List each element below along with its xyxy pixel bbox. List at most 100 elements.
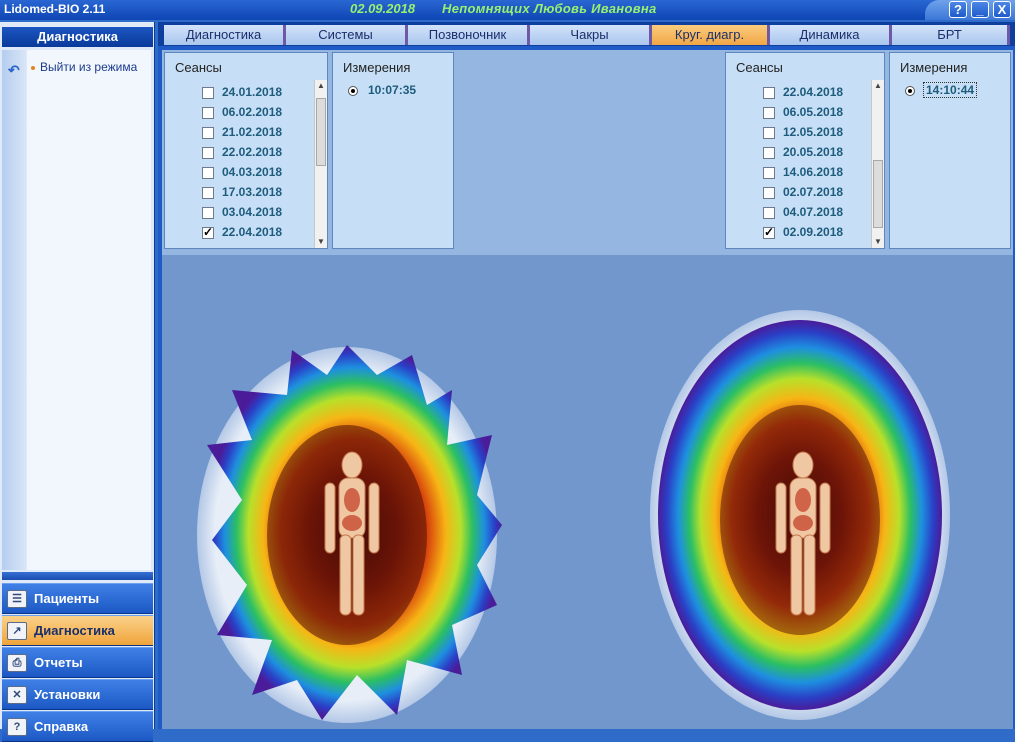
tab-chakras[interactable]: Чакры (530, 25, 652, 45)
chart-icon: ↗ (7, 622, 27, 640)
session-checkbox[interactable] (763, 167, 775, 179)
session-checkbox[interactable] (202, 127, 214, 139)
tab-diagnostics[interactable]: Диагностика (164, 25, 286, 45)
minimize-button[interactable]: _ (971, 1, 989, 18)
nav-help-button[interactable]: ? Справка (2, 711, 153, 742)
session-row[interactable]: 12.05.2018 (726, 123, 876, 143)
session-row[interactable]: 06.05.2018 (726, 103, 876, 123)
scrollbar[interactable]: ▲ ▼ (871, 80, 884, 248)
session-checkbox[interactable] (202, 107, 214, 119)
measurements-title: Измерения (900, 60, 968, 75)
measurement-radio[interactable] (348, 86, 358, 96)
session-date: 06.02.2018 (222, 105, 283, 119)
session-row[interactable]: 24.01.2018 (165, 83, 315, 103)
main-area: Диагностика Системы Позвоночник Чакры Кр… (158, 22, 1015, 729)
nav-label: Отчеты (34, 655, 83, 670)
right-sessions-panel: Сеансы 22.04.2018 06.05.2018 12.05.2018 20.… (725, 52, 885, 249)
session-row[interactable]: 04.07.2018 (726, 203, 876, 223)
measurements-title: Измерения (343, 60, 411, 75)
tab-systems[interactable]: Системы (286, 25, 408, 45)
session-date: 21.02.2018 (222, 125, 283, 139)
left-panel: Диагностика ↶ Выйти из режима ☰ Пациенты… (0, 22, 155, 742)
session-checkbox[interactable] (202, 87, 214, 99)
tab-spine[interactable]: Позвоночник (408, 25, 530, 45)
nav-label: Пациенты (34, 591, 100, 606)
measurement-time[interactable]: 10:07:35 (368, 83, 416, 97)
sessions-title: Сеансы (736, 60, 783, 75)
session-checkbox[interactable] (763, 147, 775, 159)
tab-bar: Диагностика Системы Позвоночник Чакры Кр… (158, 22, 1015, 46)
tab-circle-diagram[interactable]: Круг. диагр. (652, 25, 770, 45)
help-button[interactable]: ? (949, 1, 967, 18)
session-row[interactable]: 02.09.2018 (726, 223, 876, 243)
sessions-title: Сеансы (175, 60, 222, 75)
session-row[interactable]: 06.02.2018 (165, 103, 315, 123)
session-checkbox[interactable] (202, 167, 214, 179)
close-button[interactable]: X (993, 1, 1011, 18)
session-date: 22.04.2018 (783, 85, 844, 99)
session-row[interactable]: 02.07.2018 (726, 183, 876, 203)
bullet-icon (31, 66, 35, 70)
measurement-radio[interactable] (905, 86, 915, 96)
session-date: 04.07.2018 (783, 205, 844, 219)
right-measurements-panel: Измерения 14:10:44 (889, 52, 1011, 249)
nav-settings-button[interactable]: ✕ Установки (2, 679, 153, 710)
session-date: 12.05.2018 (783, 125, 844, 139)
session-date: 22.02.2018 (222, 145, 283, 159)
session-row[interactable]: 03.04.2018 (165, 203, 315, 223)
session-date: 22.04.2018 (222, 225, 283, 239)
left-panel-body (27, 50, 151, 570)
nav-diagnostics-button[interactable]: ↗ Диагностика (2, 615, 153, 646)
tools-icon: ✕ (7, 686, 27, 704)
session-date: 03.04.2018 (222, 205, 283, 219)
session-checkbox[interactable] (763, 207, 775, 219)
content-area: Сеансы 24.01.2018 06.02.2018 21.02.2018 22.… (162, 50, 1013, 729)
session-checkbox[interactable] (763, 187, 775, 199)
session-row[interactable]: 14.06.2018 (726, 163, 876, 183)
scroll-up-icon[interactable]: ▲ (315, 80, 327, 92)
session-row[interactable]: 04.03.2018 (165, 163, 315, 183)
session-date: 02.09.2018 (350, 1, 416, 16)
tab-dynamics[interactable]: Динамика (770, 25, 892, 45)
exit-mode-link[interactable]: Выйти из режима (40, 60, 140, 75)
session-date: 02.07.2018 (783, 185, 844, 199)
session-row[interactable]: 20.05.2018 (726, 143, 876, 163)
undo-arrow-icon[interactable]: ↶ (8, 62, 20, 79)
nav-label: Установки (34, 687, 101, 702)
left-measurements-panel: Измерения 10:07:35 (332, 52, 454, 249)
left-aura-diagram (197, 345, 502, 723)
session-date: 20.05.2018 (783, 145, 844, 159)
measurement-time[interactable]: 14:10:44 (923, 82, 978, 98)
session-checkbox[interactable] (763, 107, 775, 119)
session-checkbox[interactable] (202, 187, 214, 199)
session-checkbox[interactable] (202, 225, 214, 239)
nav-reports-button[interactable]: ⎙ Отчеты (2, 647, 153, 678)
session-row[interactable]: 22.04.2018 (165, 223, 315, 243)
scroll-down-icon[interactable]: ▼ (315, 236, 327, 248)
tab-brt[interactable]: БРТ (892, 25, 1010, 45)
session-row[interactable]: 17.03.2018 (165, 183, 315, 203)
left-panel-icon-strip (2, 50, 26, 570)
session-checkbox[interactable] (202, 147, 214, 159)
session-row[interactable]: 21.02.2018 (165, 123, 315, 143)
patients-icon: ☰ (7, 590, 27, 608)
session-checkbox[interactable] (202, 207, 214, 219)
session-date: 04.03.2018 (222, 165, 283, 179)
scrollbar[interactable]: ▲ ▼ (314, 80, 327, 248)
scroll-thumb[interactable] (316, 98, 326, 166)
left-sessions-panel: Сеансы 24.01.2018 06.02.2018 21.02.2018 22.… (164, 52, 328, 249)
printer-icon: ⎙ (7, 654, 27, 672)
session-row[interactable]: 22.04.2018 (726, 83, 876, 103)
session-checkbox[interactable] (763, 127, 775, 139)
session-checkbox[interactable] (763, 225, 775, 239)
scroll-thumb[interactable] (873, 160, 883, 228)
scroll-up-icon[interactable]: ▲ (872, 80, 884, 92)
session-row[interactable]: 22.02.2018 (165, 143, 315, 163)
scroll-down-icon[interactable]: ▼ (872, 236, 884, 248)
panel-splitter[interactable] (2, 572, 153, 580)
app-title: Lidomed-BIO 2.11 (4, 2, 106, 16)
nav-label: Справка (34, 719, 89, 734)
nav-patients-button[interactable]: ☰ Пациенты (2, 583, 153, 614)
window-controls: ? _ X (925, 0, 1015, 20)
session-checkbox[interactable] (763, 87, 775, 99)
